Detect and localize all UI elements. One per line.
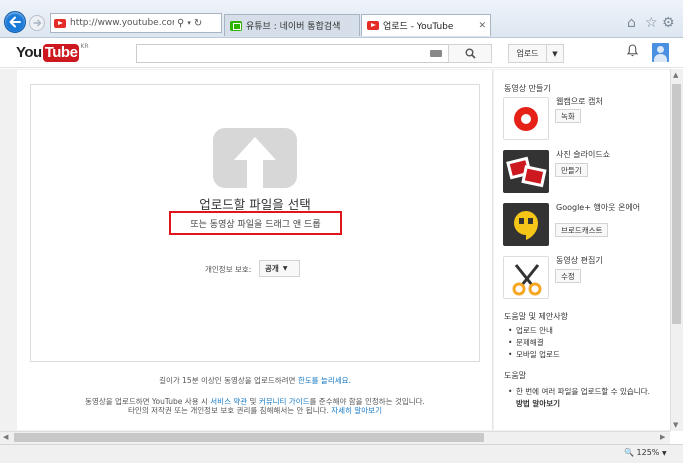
privacy-label: 개인정보 보호: — [205, 265, 252, 274]
search-input[interactable] — [136, 44, 448, 63]
dropdown-icon[interactable]: ▾ — [187, 19, 191, 27]
back-button[interactable] — [4, 11, 26, 33]
tab-label: 유튜브 : 네이버 통합검색 — [246, 22, 341, 32]
learn-how-label: 방법 알아보기 — [516, 399, 561, 408]
zoom-icon: 🔍 — [624, 448, 634, 457]
notification-bell-icon[interactable] — [626, 44, 639, 61]
hangouts-icon[interactable] — [503, 203, 549, 246]
forward-arrow-icon — [33, 19, 42, 27]
drag-drop-text: 또는 동영상 파일을 드래그 앤 드롭 — [190, 220, 321, 230]
scroll-down-icon[interactable]: ▼ — [673, 421, 678, 429]
create-video-heading: 동영상 만들기 — [504, 84, 551, 93]
back-arrow-icon — [9, 16, 21, 28]
tab-youtube-upload[interactable]: 업로드 - YouTube ✕ — [361, 14, 491, 36]
address-text[interactable]: http://www.youtube.com/upl — [70, 18, 174, 28]
refresh-icon[interactable]: ↻ — [194, 18, 202, 29]
youtube-logo[interactable]: You Tube KR — [16, 43, 89, 62]
logo-you-text: You — [16, 44, 42, 61]
scroll-up-icon[interactable]: ▲ — [673, 71, 678, 79]
chevron-down-icon: ▼ — [282, 265, 288, 272]
search-icon — [465, 48, 476, 59]
terms-text-d: 타인의 저작권 또는 개인정보 보호 권리를 침해해서는 안 됩니다. — [128, 406, 332, 415]
tool-name-slideshow: 사진 슬라이드쇼 — [556, 150, 611, 159]
help2-body: 한 번에 여러 파일을 업로드할 수 있습니다. — [516, 387, 650, 396]
vertical-scroll-thumb[interactable] — [672, 84, 681, 324]
length-limit-note: 길이가 15분 이상인 동영상을 업로드하려면 한도를 늘리세요. — [30, 375, 480, 386]
create-slideshow-button[interactable]: 만들기 — [555, 163, 588, 177]
address-bar[interactable]: http://www.youtube.com/upl ⚲ ▾ ↻ — [50, 13, 222, 33]
length-note-text: 길이가 15분 이상인 동영상을 업로드하려면 — [159, 376, 298, 385]
help-link-label: 모바일 업로드 — [516, 350, 560, 359]
upload-arrow-shape — [234, 137, 276, 188]
increase-limit-link[interactable]: 한도를 늘리세요. — [298, 376, 351, 385]
scroll-left-icon[interactable]: ◀ — [3, 433, 8, 441]
settings-gear-icon[interactable]: ⚙ — [662, 15, 675, 31]
help2-heading: 도움말 — [504, 371, 527, 380]
zoom-value: 125% — [636, 448, 660, 457]
avatar[interactable] — [652, 43, 669, 62]
help-link-label: 문제해결 — [516, 338, 544, 347]
close-tab-icon[interactable]: ✕ — [478, 21, 486, 31]
help-link-troubleshooting[interactable]: • 문제해결 — [508, 337, 544, 348]
chevron-down-icon: ▼ — [661, 450, 667, 457]
logo-tube-text: Tube — [42, 44, 80, 62]
search-button[interactable] — [448, 44, 492, 63]
privacy-select[interactable]: 공개 ▼ — [259, 260, 300, 277]
learn-how-link[interactable]: 방법 알아보기 — [516, 398, 560, 409]
help-link-label: 업로드 안내 — [516, 326, 553, 335]
scroll-right-icon[interactable]: ▶ — [660, 433, 665, 441]
broadcast-button[interactable]: 브로드캐스트 — [555, 223, 609, 237]
help-link-upload-guide[interactable]: • 업로드 안내 — [508, 325, 553, 336]
favorites-star-icon[interactable]: ☆ — [645, 15, 658, 31]
tab-label: 업로드 - YouTube — [383, 22, 454, 32]
naver-favicon-icon — [230, 20, 242, 31]
edit-button[interactable]: 수정 — [555, 269, 581, 283]
terms-line-2: 타인의 저작권 또는 개인정보 보호 권리를 침해해서는 안 됩니다. 자세히 … — [30, 405, 480, 416]
help-heading: 도움말 및 제안사항 — [504, 312, 568, 321]
chevron-down-icon[interactable]: ▼ — [547, 50, 563, 58]
youtube-favicon-icon — [367, 21, 379, 30]
home-icon[interactable]: ⌂ — [627, 15, 636, 31]
webcam-record-icon[interactable] — [503, 97, 549, 140]
tool-name-webcam: 웹캠으로 캡처 — [556, 97, 603, 106]
editor-scissors-icon[interactable] — [503, 256, 549, 299]
upload-button[interactable]: 업로드 ▼ — [508, 44, 564, 63]
privacy-value: 공개 — [265, 264, 279, 273]
keyboard-icon[interactable] — [430, 50, 442, 57]
search-icon[interactable]: ⚲ — [177, 18, 184, 29]
help-link-mobile-upload[interactable]: • 모바일 업로드 — [508, 349, 560, 360]
tool-name-editor: 동영상 편집기 — [556, 256, 603, 265]
photo-slideshow-icon[interactable] — [503, 150, 549, 193]
horizontal-scroll-thumb[interactable] — [14, 433, 484, 442]
tool-name-hangouts: Google+ 행아웃 온에어 — [556, 203, 641, 212]
forward-button[interactable] — [29, 15, 45, 31]
youtube-favicon-icon — [54, 18, 66, 28]
help2-text: • 한 번에 여러 파일을 업로드할 수 있습니다. — [508, 387, 650, 396]
upload-label: 업로드 — [509, 45, 547, 62]
logo-region-text: KR — [80, 43, 89, 50]
status-bar — [0, 444, 683, 463]
record-button[interactable]: 녹화 — [555, 109, 581, 123]
zoom-level[interactable]: 🔍 125% ▼ — [624, 448, 667, 457]
tab-naver-search[interactable]: 유튜브 : 네이버 통합검색 — [224, 14, 360, 36]
learn-more-link[interactable]: 자세히 알아보기 — [331, 406, 382, 415]
